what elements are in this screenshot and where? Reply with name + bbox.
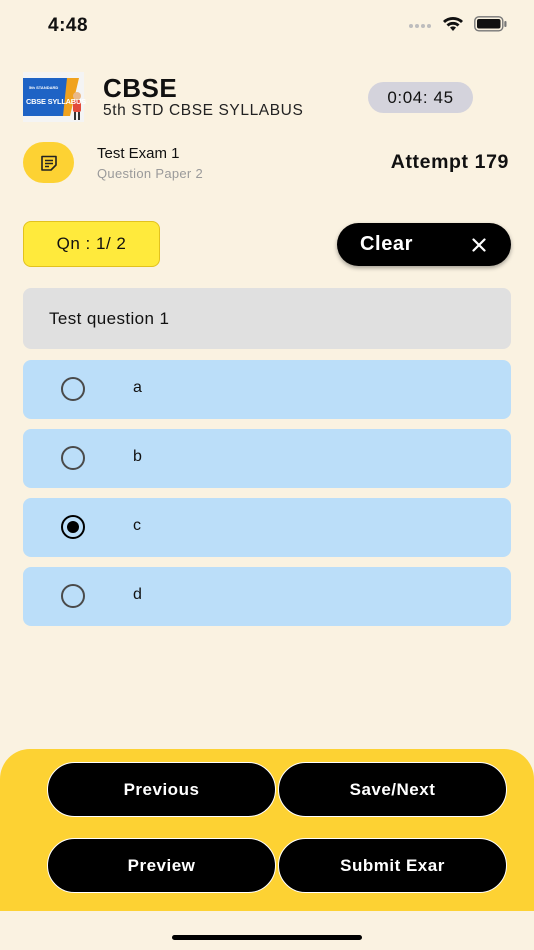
question-counter: Qn : 1/ 2 [23,221,160,267]
save-next-button[interactable]: Save/Next [278,762,507,817]
option-c[interactable]: c [23,498,511,557]
exam-timer: 0:04: 45 [368,82,473,113]
radio-button[interactable] [61,584,85,608]
option-a[interactable]: a [23,360,511,419]
close-icon [472,237,486,252]
radio-button[interactable] [61,446,85,470]
exam-icon-badge [23,142,74,183]
radio-button-selected[interactable] [61,515,85,539]
status-icons [408,16,508,32]
question-label: Test question 1 [49,308,170,328]
option-label: c [133,517,141,534]
exam-name: Test Exam 1 [97,145,180,162]
question-text: Test question 1 [23,288,511,349]
attempt-count: Attempt 179 [390,151,509,173]
battery-icon [474,16,507,32]
submit-exam-button[interactable]: Submit Exar [278,838,507,893]
logo-text: CBSE SYLLABUS [26,97,86,106]
clear-button-label: Clear [360,233,414,255]
cellular-signal-icon [409,24,431,28]
previous-button[interactable]: Previous [47,762,276,817]
radio-button[interactable] [61,377,85,401]
exam-paper: Question Paper 2 [97,166,203,181]
app-title: CBSE [103,73,178,103]
option-b[interactable]: b [23,429,511,488]
app-subtitle: 5th STD CBSE SYLLABUS [103,102,304,119]
option-label: b [133,448,142,465]
status-time: 4:48 [48,15,89,36]
preview-button[interactable]: Preview [47,838,276,893]
option-label: d [133,586,142,603]
clear-button[interactable]: Clear [337,223,511,266]
home-indicator[interactable] [172,935,362,940]
option-label: a [133,379,142,396]
wifi-icon [443,17,463,31]
note-icon [40,155,57,171]
logo-caption: 5th STANDARD [29,85,59,90]
option-d[interactable]: d [23,567,511,626]
app-logo: 5th STANDARD CBSE SYLLABUS [23,72,86,122]
